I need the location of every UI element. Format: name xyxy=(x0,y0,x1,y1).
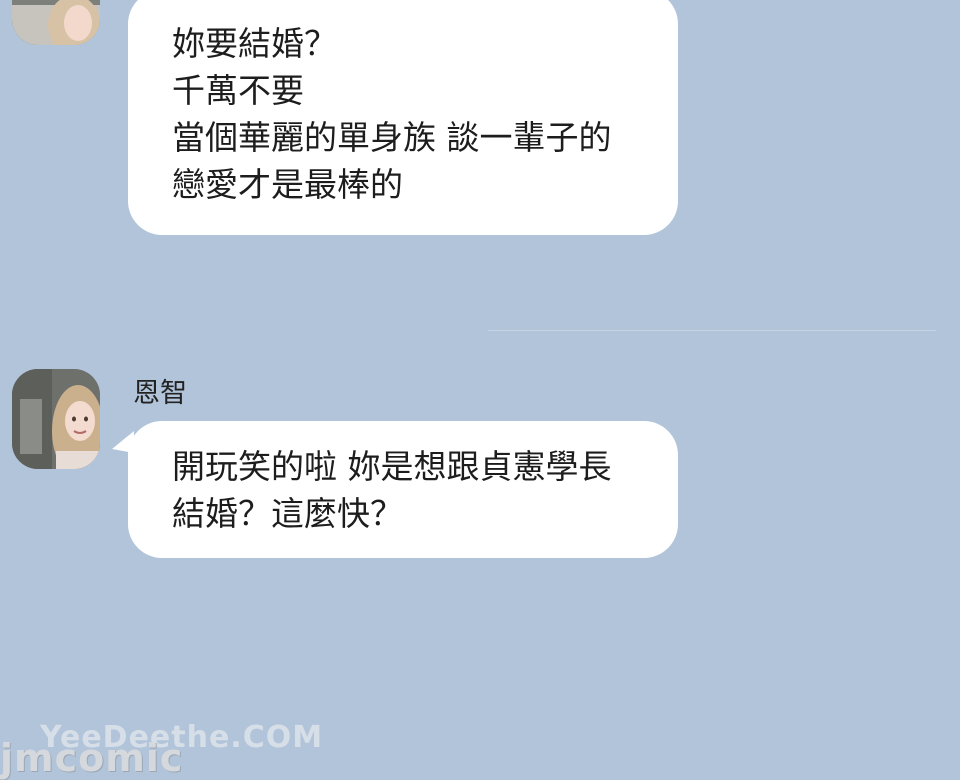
message-text: 當個華麗的單身族 談一輩子的 xyxy=(172,118,612,157)
message-text: 開玩笑的啦 妳是想跟貞憲學長 xyxy=(172,447,612,486)
watermark-logo: jmcomic xyxy=(0,736,184,780)
avatar-photo xyxy=(12,369,100,469)
avatar[interactable] xyxy=(12,0,100,45)
message-bubble[interactable]: 妳要結婚？ 千萬不要 當個華麗的單身族 談一輩子的 戀愛才是最棒的 xyxy=(128,0,678,235)
divider xyxy=(488,330,936,331)
message-text: 戀愛才是最棒的 xyxy=(172,165,403,204)
sender-name: 恩智 xyxy=(133,378,187,409)
bubble-tail xyxy=(112,431,134,453)
message-text: 千萬不要 xyxy=(172,71,304,110)
avatar-photo xyxy=(12,0,100,45)
message-bubble[interactable]: 開玩笑的啦 妳是想跟貞憲學長 結婚？這麼快？ xyxy=(112,421,678,558)
message-text: 妳要結婚？ xyxy=(172,24,337,63)
message-text: 結婚？這麼快？ xyxy=(172,494,403,533)
avatar[interactable] xyxy=(12,369,100,469)
